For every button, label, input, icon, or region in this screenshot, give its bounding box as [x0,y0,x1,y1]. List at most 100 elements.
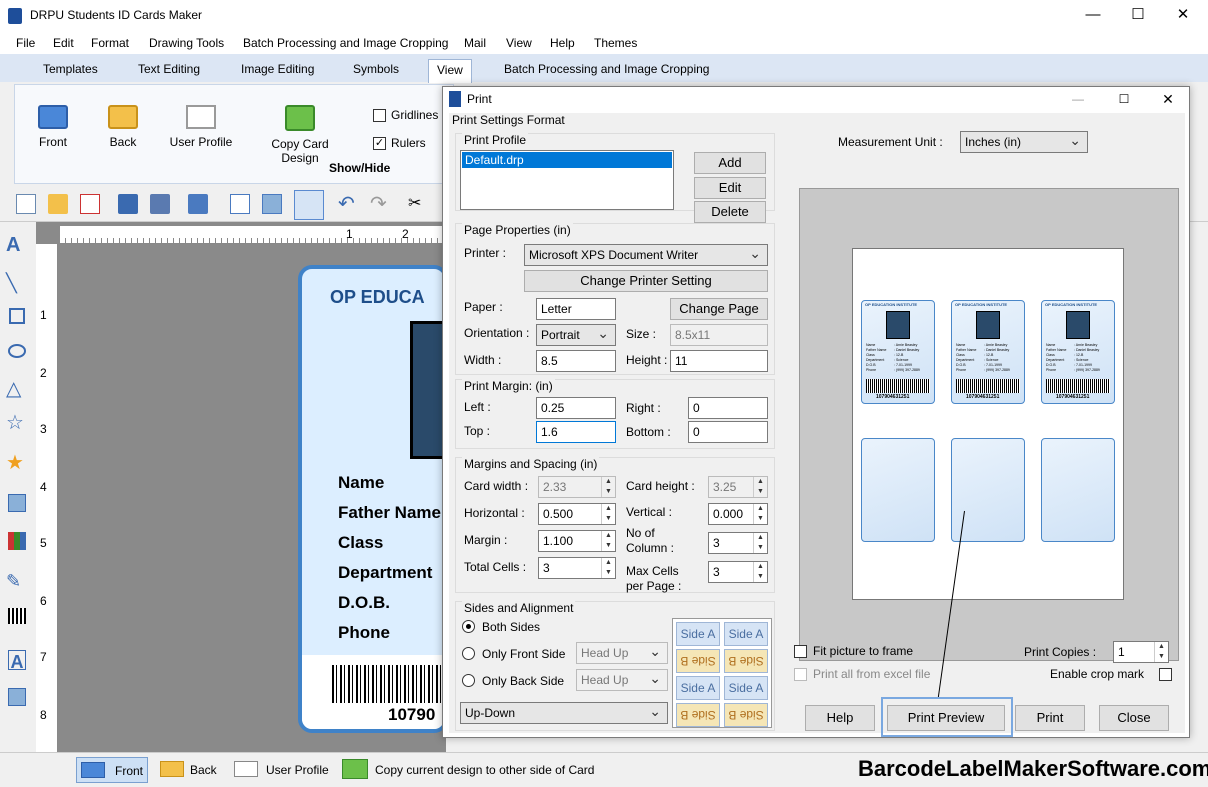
profile-delete-button[interactable]: Delete [694,201,766,223]
order-select[interactable]: Up-Down [460,702,668,724]
horizontal-field[interactable]: 0.500 ▲ ▼ [538,503,616,525]
library-tool-icon[interactable] [8,532,26,550]
signature-tool-icon[interactable]: ✎ [6,570,28,592]
measurement-unit-select[interactable]: Inches (in) [960,131,1088,153]
print-preview-button[interactable]: Print Preview [887,705,1005,731]
width-field[interactable]: 8.5 [536,350,616,372]
both-sides-radio[interactable] [462,620,475,633]
profile-add-button[interactable]: Add [694,152,766,174]
menu-edit[interactable]: Edit [53,36,74,50]
tab-templates[interactable]: Templates [43,62,98,76]
back-button[interactable]: Back [103,105,143,149]
profile-list[interactable]: Default.drp [460,150,674,210]
no-of-column-field[interactable]: 3 ▲ ▼ [708,532,768,554]
menu-help[interactable]: Help [550,36,575,50]
tab-symbols[interactable]: Symbols [353,62,399,76]
gridlines-checkbox[interactable] [373,109,386,122]
paper-field[interactable]: Letter [536,298,616,320]
image-box-tool-icon[interactable] [8,688,26,706]
save-icon[interactable] [118,194,138,214]
close-button[interactable]: Close [1099,705,1169,731]
status-user-profile-button[interactable]: User Profile [230,757,330,783]
printer-select[interactable]: Microsoft XPS Document Writer [524,244,768,266]
margin-top-field[interactable]: 1.6 [536,421,616,443]
watermark-tool-icon[interactable]: A [8,650,26,672]
menu-format[interactable]: Format [91,36,129,50]
dialog-close-x-button[interactable]: ✕ [1147,87,1189,111]
maximize-button[interactable]: ☐ [1115,0,1161,32]
print-copies-field[interactable]: 1 ▲ ▼ [1113,641,1169,663]
text-tool-icon[interactable]: A [6,234,28,256]
user-profile-button[interactable]: User Profile [169,105,233,149]
horizontal-spinner[interactable]: ▲ ▼ [601,504,615,524]
undo-icon[interactable]: ↶ [338,194,358,214]
print-icon[interactable] [294,190,324,220]
status-copy-button[interactable]: Copy current design to other side of Car… [338,757,604,783]
vertical-spinner[interactable]: ▲ ▼ [753,504,767,524]
front-only-radio[interactable] [462,647,475,660]
sides-alignment-group: Sides and Alignment Both Sides Only Fron… [455,601,775,731]
menu-mail[interactable]: Mail [464,36,486,50]
new-icon[interactable] [16,194,36,214]
menu-view[interactable]: View [506,36,532,50]
total-cells-spinner[interactable]: ▲ ▼ [601,558,615,578]
crop-mark-checkbox[interactable] [1159,668,1172,681]
status-back-button[interactable]: Back [156,757,222,783]
margin-spinner[interactable]: ▲ ▼ [601,531,615,551]
tab-view[interactable]: View [428,59,472,83]
redo-icon[interactable]: ↷ [370,194,390,214]
margin-field[interactable]: 1.100 ▲ ▼ [538,530,616,552]
profile-edit-button[interactable]: Edit [694,177,766,199]
orientation-select[interactable]: Portrait [536,324,616,346]
menu-batch[interactable]: Batch Processing and Image Cropping [243,36,448,50]
cut-icon[interactable]: ✂ [408,194,428,214]
change-printer-button[interactable]: Change Printer Setting [524,270,768,292]
dialog-minimize-button[interactable]: — [1057,87,1099,111]
picture-tool-icon[interactable] [8,494,26,512]
id-card-front[interactable]: OP EDUCA Name Father Name Class Departme… [298,265,448,733]
menu-file[interactable]: File [16,36,35,50]
print-button[interactable]: Print [1015,705,1085,731]
margin-left-field[interactable]: 0.25 [536,397,616,419]
back-only-radio[interactable] [462,674,475,687]
close-window-button[interactable]: ✕ [1160,0,1206,32]
line-tool-icon[interactable]: ╲ [6,272,28,294]
tab-image-editing[interactable]: Image Editing [241,62,314,76]
barcode-tool-icon[interactable] [8,608,26,624]
no-of-column-spinner[interactable]: ▲ ▼ [753,533,767,553]
tab-batch[interactable]: Batch Processing and Image Cropping [504,62,709,76]
ellipse-tool-icon[interactable] [8,344,26,358]
height-field[interactable]: 11 [670,350,768,372]
menu-themes[interactable]: Themes [594,36,637,50]
profile-list-item[interactable]: Default.drp [462,152,672,168]
dialog-maximize-button[interactable]: ☐ [1103,87,1145,111]
front-button[interactable]: Front [31,105,75,149]
open-icon[interactable] [48,194,68,214]
tab-text-editing[interactable]: Text Editing [138,62,200,76]
triangle-tool-icon[interactable]: △ [6,378,28,400]
export-icon[interactable] [188,194,208,214]
margin-bottom-field[interactable]: 0 [688,421,768,443]
save-as-icon[interactable] [150,194,170,214]
rectangle-tool-icon[interactable] [9,308,25,324]
fit-picture-checkbox[interactable] [794,645,807,658]
properties-icon[interactable] [230,194,250,214]
margin-right-field[interactable]: 0 [688,397,768,419]
print-copies-spinner[interactable]: ▲ ▼ [1154,642,1168,662]
vertical-field[interactable]: 0.000 ▲ ▼ [708,503,768,525]
status-front-button[interactable]: Front [76,757,148,783]
image-icon[interactable] [262,194,282,214]
max-cells-field[interactable]: 3 ▲ ▼ [708,561,768,583]
max-cells-spinner[interactable]: ▲ ▼ [753,562,767,582]
minimize-button[interactable]: — [1070,0,1116,32]
star-tool-icon[interactable]: ☆ [6,412,28,434]
change-page-button[interactable]: Change Page [670,298,768,320]
symbol-tool-icon[interactable]: ★ [6,452,28,474]
rulers-checkbox[interactable]: ✓ [373,137,386,150]
copy-card-design-button[interactable]: Copy Card Design [251,105,349,165]
help-button[interactable]: Help [805,705,875,731]
close-file-icon[interactable] [80,194,100,214]
size-label: Size : [626,327,657,341]
menu-drawing-tools[interactable]: Drawing Tools [149,36,224,50]
total-cells-field[interactable]: 3 ▲ ▼ [538,557,616,579]
